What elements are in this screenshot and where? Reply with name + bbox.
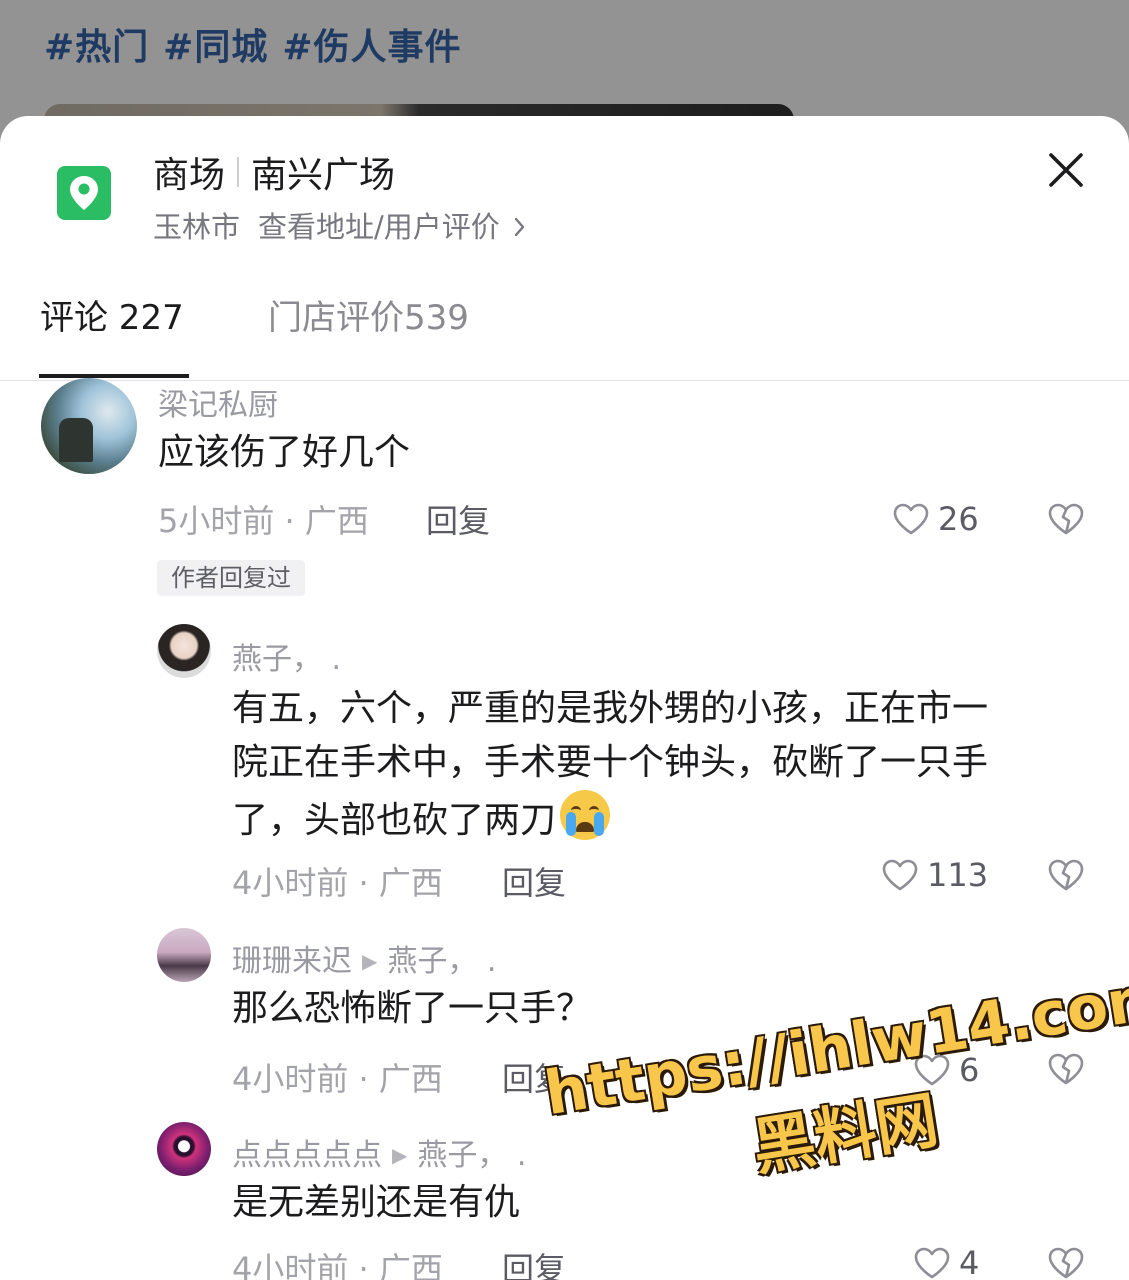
poi-title-divider [237,157,240,187]
reply-arrow-icon: ▶ [392,1143,408,1167]
comment-meta: 4小时前 · 广西 [232,1060,443,1098]
avatar[interactable] [157,624,211,678]
poi-category: 商场 [153,155,226,196]
reply-button[interactable]: 回复 [426,496,490,542]
broken-heart-icon[interactable] [1047,502,1085,536]
comment-meta: 5小时前 · 广西 [158,502,369,540]
comment-username[interactable]: 燕子， . [232,634,341,678]
like-count: 4 [959,1244,980,1280]
comment-username[interactable]: 梁记私厨 [158,380,278,424]
poi-name: 南兴广场 [251,155,396,196]
heart-icon [882,859,918,891]
reply-arrow-icon: ▶ [362,949,378,973]
like-count: 113 [927,856,989,894]
like-button[interactable]: 26 [892,500,979,538]
crying-face-icon [560,790,611,840]
hashtag-incident[interactable]: #伤人事件 [282,27,461,68]
poi-detail-link[interactable]: 查看地址/用户评价 [258,210,500,244]
like-button[interactable]: 4 [913,1244,979,1280]
like-count: 26 [938,500,979,538]
poi-subtitle[interactable]: 玉林市 查看地址/用户评价 [153,204,527,246]
avatar[interactable] [157,928,211,982]
map-pin-icon [57,166,111,220]
broken-heart-icon[interactable] [1047,858,1085,892]
comment-text: 那么恐怖断了一只手？ [232,988,593,1029]
like-button[interactable]: 113 [881,856,988,894]
comment-meta: 4小时前 · 广西 [232,864,443,902]
hashtag-local[interactable]: #同城 [163,27,268,68]
tab-store-reviews[interactable]: 门店评价539 [268,290,469,339]
comment-text: 应该伤了好几个 [158,432,411,473]
tab-active-indicator [39,374,189,378]
poi-city: 玉林市 [153,210,241,244]
avatar-figure [59,418,93,462]
poi-title[interactable]: 商场 南兴广场 [153,146,395,198]
comment-text-line: 了，头部也砍了两刀 [232,800,557,841]
comment-text-line: 有五，六个，严重的是我外甥的小孩，正在市一 [232,688,989,729]
reply-button[interactable]: 回复 [502,1244,566,1280]
heart-icon [914,1247,950,1279]
close-icon[interactable] [1046,150,1086,190]
comment-text-line: 院正在手术中，手术要十个钟头，砍断了一只手 [232,742,989,783]
comment-username[interactable]: 珊珊来迟 [232,944,352,979]
hashtag-line: #热门 #同城 #伤人事件 [44,18,476,70]
reply-to-username[interactable]: 燕子， . [387,944,496,979]
avatar[interactable] [41,378,137,474]
tab-bar: 评论 227 门店评价539 [0,288,1129,380]
comment-username[interactable]: 点点点点点 [232,1138,382,1173]
heart-icon [893,503,929,535]
broken-heart-icon[interactable] [1047,1246,1085,1280]
comment-username-line: 点点点点点 ▶ 燕子， . [232,1130,526,1174]
comment-text: 有五，六个，严重的是我外甥的小孩，正在市一 院正在手术中，手术要十个钟头，砍断了… [232,682,1082,848]
author-replied-badge: 作者回复过 [157,560,305,596]
reply-to-username[interactable]: 燕子， . [417,1138,526,1173]
comment-text-line-last: 了，头部也砍了两刀 [232,790,1082,848]
comment-text: 是无差别还是有仇 [232,1182,521,1223]
comment-meta: 4小时前 · 广西 [232,1250,443,1280]
hashtag-hot[interactable]: #热门 [44,27,149,68]
tab-comments[interactable]: 评论 227 [40,290,184,339]
chevron-right-icon [514,217,525,237]
avatar[interactable] [157,1122,211,1176]
comment-username-line: 珊珊来迟 ▶ 燕子， . [232,936,496,980]
reply-button[interactable]: 回复 [502,858,566,904]
